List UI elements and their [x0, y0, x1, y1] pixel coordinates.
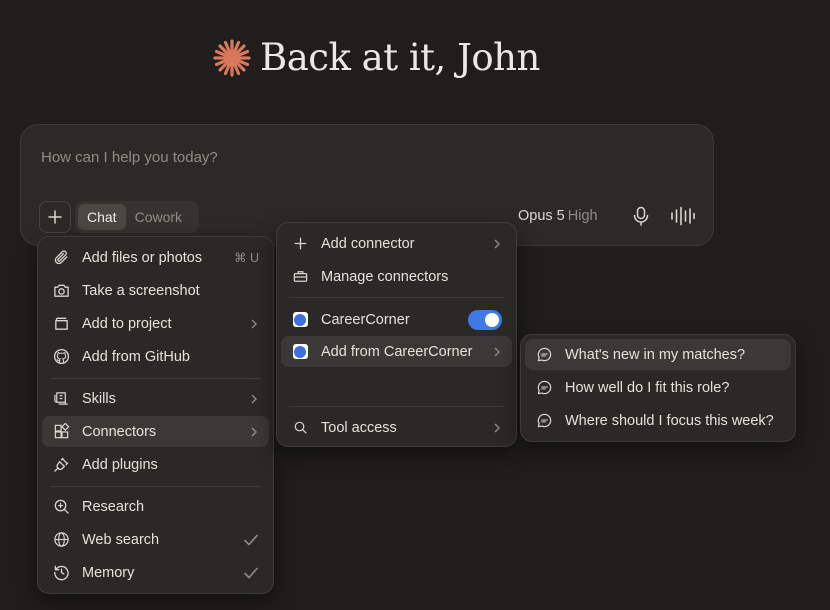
menu-item-label: Add files or photos [82, 249, 203, 266]
voice-mode-icon[interactable] [670, 206, 696, 226]
memory-icon [53, 565, 69, 581]
chevron-right-icon [251, 319, 257, 328]
menu-item-connectors[interactable]: Connectors [42, 416, 269, 447]
plus-icon [48, 210, 62, 224]
greeting-title: Back at it, John [260, 36, 540, 79]
prompt-item[interactable]: How well do I fit this role? [525, 372, 791, 403]
menu-divider [50, 486, 261, 487]
greeting: Back at it, John [212, 36, 540, 79]
chevron-right-icon [494, 347, 500, 356]
model-level: High [567, 208, 598, 224]
tab-cowork[interactable]: Cowork [126, 204, 191, 230]
careercorner-logo-icon [292, 312, 308, 327]
toolbox-icon [293, 271, 307, 282]
menu-item-research[interactable]: Research [42, 491, 269, 522]
connectors-submenu: Add connector Manage connectors CareerCo… [276, 222, 517, 447]
chat-bubble-icon [537, 380, 551, 395]
menu-item-tool-access[interactable]: Tool access [281, 412, 512, 443]
menu-item-github[interactable]: Add from GitHub [42, 341, 269, 372]
careercorner-logo-icon [292, 344, 308, 359]
menu-item-add-from-careercorner[interactable]: Add from CareerCorner [281, 336, 512, 367]
shortcut-hint: ⌘ U [234, 251, 259, 265]
camera-icon [53, 284, 69, 297]
menu-item-web-search[interactable]: Web search [42, 524, 269, 555]
chevron-right-icon [494, 239, 500, 248]
checkmark-icon [244, 567, 258, 578]
github-icon [53, 348, 69, 365]
chevron-right-icon [494, 423, 500, 432]
menu-item-label: Add from GitHub [82, 348, 190, 365]
menu-item-add-plugins[interactable]: Add plugins [42, 449, 269, 480]
menu-item-label: Memory [82, 564, 135, 581]
menu-item-label: Manage connectors [321, 268, 449, 285]
model-name: Opus 5 [518, 208, 565, 224]
prompt-item[interactable]: What's new in my matches? [525, 339, 791, 370]
search-icon [294, 421, 307, 434]
menu-divider [50, 378, 261, 379]
menu-item-add-files[interactable]: Add files or photos ⌘ U [42, 242, 269, 273]
menu-item-manage-connectors[interactable]: Manage connectors [281, 261, 512, 292]
menu-item-label: Web search [82, 531, 160, 548]
menu-item-screenshot[interactable]: Take a screenshot [42, 275, 269, 306]
microphone-icon[interactable] [632, 206, 650, 226]
menu-item-skills[interactable]: Skills [42, 383, 269, 414]
menu-item-label: Tool access [321, 419, 397, 436]
sunburst-logo-icon [213, 38, 251, 77]
prompt-input[interactable]: How can I help you today? [41, 149, 218, 166]
mode-switch[interactable]: Chat Cowork [75, 201, 199, 233]
menu-item-label: Connectors [82, 423, 157, 440]
plug-icon [53, 457, 68, 472]
menu-item-label: Research [82, 498, 145, 515]
globe-icon [53, 532, 69, 547]
careercorner-prompts-submenu: What's new in my matches? How well do I … [520, 334, 796, 442]
menu-item-label: CareerCorner [321, 311, 410, 328]
plus-icon [294, 237, 306, 250]
menu-divider [289, 297, 504, 298]
chevron-right-icon [251, 427, 257, 436]
research-icon [54, 499, 69, 514]
prompt-label: What's new in my matches? [565, 346, 746, 363]
prompt-label: Where should I focus this week? [565, 412, 774, 429]
chat-bubble-icon [537, 413, 551, 428]
checkmark-icon [244, 534, 258, 545]
menu-item-memory[interactable]: Memory [42, 557, 269, 588]
menu-item-add-connector[interactable]: Add connector [281, 228, 512, 259]
add-menu: Add files or photos ⌘ U Take a screensho… [37, 236, 274, 594]
skills-icon [53, 392, 68, 405]
menu-item-add-to-project[interactable]: Add to project [42, 308, 269, 339]
menu-item-label: Skills [82, 390, 116, 407]
add-content-button[interactable] [39, 201, 71, 233]
menu-divider [289, 406, 504, 407]
tab-chat[interactable]: Chat [78, 204, 126, 230]
model-selector[interactable]: Opus 5 High [518, 208, 598, 224]
menu-item-label: Take a screenshot [82, 282, 200, 299]
prompt-item[interactable]: Where should I focus this week? [525, 405, 791, 436]
menu-item-label: Add to project [82, 315, 172, 332]
chat-bubble-icon [537, 347, 551, 362]
prompt-label: How well do I fit this role? [565, 379, 730, 396]
menu-item-label: Add from CareerCorner [321, 343, 473, 360]
menu-item-label: Add connector [321, 235, 415, 252]
project-icon [54, 317, 68, 330]
connectors-icon [54, 423, 69, 439]
menu-item-careercorner[interactable]: CareerCorner [281, 304, 512, 335]
careercorner-toggle[interactable] [468, 309, 502, 330]
chevron-right-icon [251, 394, 257, 403]
menu-item-label: Add plugins [82, 456, 158, 473]
paperclip-icon [54, 250, 67, 265]
